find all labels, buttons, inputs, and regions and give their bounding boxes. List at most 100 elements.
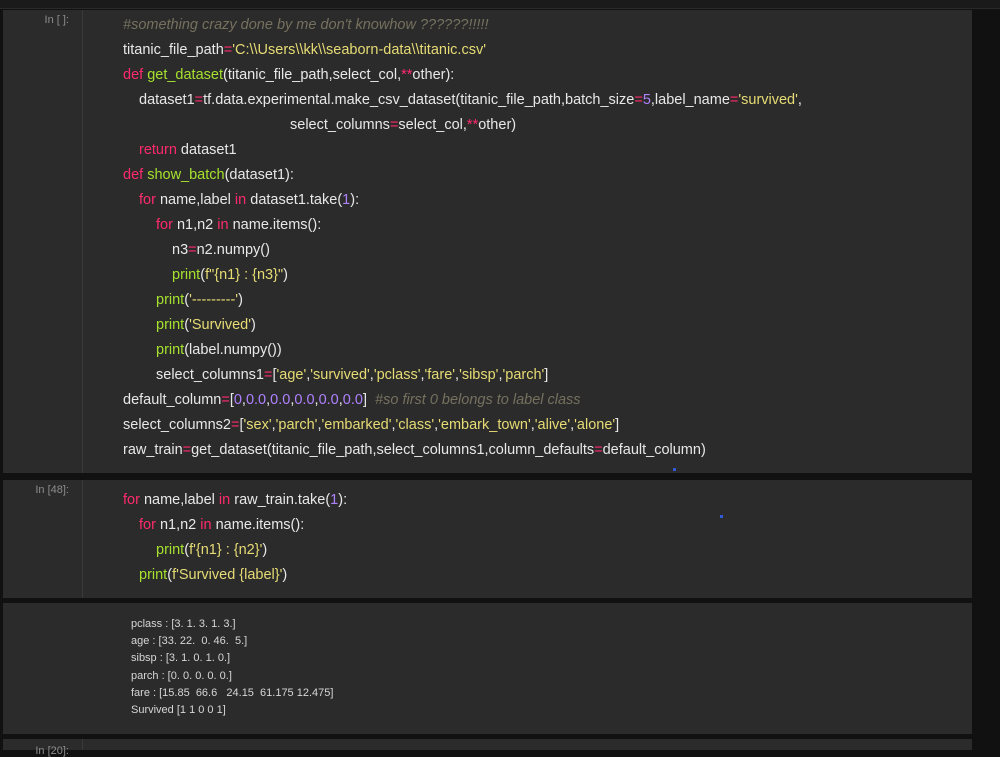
code-token: 'parch' <box>275 417 318 433</box>
code-line[interactable]: print('---------') <box>123 288 962 313</box>
code-token: def <box>123 167 148 183</box>
code-line[interactable]: n3=n2.numpy() <box>123 238 962 263</box>
code-line[interactable]: raw_train=get_dataset(titanic_file_path,… <box>123 438 962 463</box>
code-line[interactable]: select_columns1=['age','survived','pclas… <box>123 363 962 388</box>
output-text: pclass : [3. 1. 3. 1. 3.] age : [33. 22. … <box>131 616 333 719</box>
code-token: print <box>139 567 168 583</box>
code-token: default_column <box>123 392 222 408</box>
code-cell-2[interactable]: In [48]: for name,label in raw_train.tak… <box>3 480 972 598</box>
code-line[interactable]: def show_batch(dataset1): <box>123 163 962 188</box>
input-prompt: In [48]: <box>35 484 69 496</box>
code-token: print <box>156 342 185 358</box>
code-token: raw_train <box>123 442 183 458</box>
code-token: titanic_file_path <box>123 42 224 58</box>
code-line[interactable]: print(f'{n1} : {n2}') <box>123 538 962 563</box>
code-token: n2.numpy() <box>196 242 270 258</box>
code-token: 'embarked' <box>321 417 392 433</box>
code-token: in <box>200 517 216 533</box>
code-token: ** <box>466 117 479 133</box>
output-line: pclass : [3. 1. 3. 1. 3.] <box>131 618 236 630</box>
code-editor[interactable]: for name,label in raw_train.take(1): for … <box>123 488 962 588</box>
code-line[interactable]: select_columns=select_col,**other) <box>123 113 962 138</box>
code-token: f'Survived {label}' <box>172 567 283 583</box>
code-token: default_column) <box>602 442 706 458</box>
output-line: sibsp : [3. 1. 0. 1. 0.] <box>131 652 231 665</box>
code-line[interactable]: #something crazy done by me don't knowho… <box>123 13 962 38</box>
code-token: dataset1 <box>180 142 237 158</box>
code-token: 'age' <box>276 367 307 383</box>
code-token: 'pclass' <box>373 367 421 383</box>
output-line: fare : [15.85 66.6 24.15 61.175 12.475] <box>131 686 334 699</box>
code-token: f'{n1} : {n2}' <box>189 542 263 558</box>
code-token: n1,n2 <box>159 517 201 533</box>
code-line[interactable]: for name,label in raw_train.take(1): <box>123 488 962 513</box>
code-token: 'embark_town' <box>438 417 531 433</box>
code-token: other) <box>478 117 517 133</box>
output-line: parch : [0. 0. 0. 0. 0.] <box>131 669 232 682</box>
cell-gutter: In [20]: <box>3 739 83 757</box>
code-token: #something crazy done by me don't knowho… <box>123 17 489 33</box>
code-token: ** <box>401 67 413 83</box>
code-token: print <box>156 317 185 333</box>
code-token: 0.0 <box>270 392 291 408</box>
code-token: name.items(): <box>215 517 305 533</box>
code-token: 0 <box>233 392 242 408</box>
code-token: ,label_name <box>650 92 730 108</box>
code-token: get_dataset <box>147 67 223 83</box>
code-token: n3 <box>172 242 189 258</box>
code-line[interactable]: for n1,n2 in name.items(): <box>123 513 962 538</box>
code-token: for <box>156 217 177 233</box>
code-line[interactable]: default_column=[0,0.0,0.0,0.0,0.0,0.0] #… <box>123 388 962 413</box>
cursor-dot <box>673 468 676 471</box>
code-token: = <box>223 42 233 58</box>
code-token: (dataset1): <box>224 167 294 183</box>
code-token: in <box>234 192 251 208</box>
code-line[interactable]: select_columns2=['sex','parch','embarked… <box>123 413 962 438</box>
code-token: 'alive' <box>534 417 571 433</box>
code-token: ) <box>251 317 256 333</box>
code-token: ) <box>283 267 288 283</box>
code-line[interactable]: print(label.numpy()) <box>123 338 962 363</box>
code-line[interactable]: return dataset1 <box>123 138 962 163</box>
code-line[interactable]: for n1,n2 in name.items(): <box>123 213 962 238</box>
code-token: name.items(): <box>232 217 322 233</box>
code-token: f"{n1} : {n3}" <box>205 267 284 283</box>
code-token: name,label <box>159 192 235 208</box>
code-editor[interactable]: #something crazy done by me don't knowho… <box>123 13 962 463</box>
code-cell-1[interactable]: In [ ]: #something crazy done by me don'… <box>3 10 972 473</box>
code-line[interactable]: print('Survived') <box>123 313 962 338</box>
code-token: ) <box>238 292 243 308</box>
code-token: = <box>634 92 643 108</box>
code-token: = <box>594 442 603 458</box>
code-token: print <box>156 292 185 308</box>
code-token: = <box>194 92 204 108</box>
code-token: print <box>156 542 185 558</box>
code-token: def <box>123 67 148 83</box>
code-line[interactable]: titanic_file_path='C:\\Users\\kk\\seabor… <box>123 38 962 63</box>
code-token: ): <box>338 492 348 508</box>
code-token: select_columns2 <box>123 417 231 433</box>
code-line[interactable]: print(f'Survived {label}') <box>123 563 962 588</box>
code-token: 0.0 <box>245 392 267 408</box>
code-token: n1,n2 <box>176 217 218 233</box>
code-line[interactable]: def get_dataset(titanic_file_path,select… <box>123 63 962 88</box>
code-token: 'alone' <box>574 417 616 433</box>
code-cell-3[interactable]: In [20]: <box>3 739 972 757</box>
output-line: age : [33. 22. 0. 46. 5.] <box>131 635 248 648</box>
code-token: , <box>797 92 802 108</box>
code-token: 0.0 <box>294 392 315 408</box>
code-token: 'C:\\Users\\kk\\seaborn-data\\titanic.cs… <box>232 42 486 58</box>
code-token: '---------' <box>189 292 239 308</box>
code-line[interactable]: dataset1=tf.data.experimental.make_csv_d… <box>123 88 962 113</box>
code-token: return <box>139 142 181 158</box>
code-token: raw_train.take( <box>234 492 331 508</box>
code-line[interactable]: print(f"{n1} : {n3}") <box>123 263 962 288</box>
code-token: dataset1.take( <box>250 192 343 208</box>
code-token: name,label <box>143 492 219 508</box>
code-line[interactable]: for name,label in dataset1.take(1): <box>123 188 962 213</box>
code-token: select_columns <box>290 117 390 133</box>
code-token: ) <box>282 567 288 583</box>
gutter-divider <box>82 480 83 598</box>
code-token: in <box>218 492 235 508</box>
code-token: 0.0 <box>318 392 339 408</box>
